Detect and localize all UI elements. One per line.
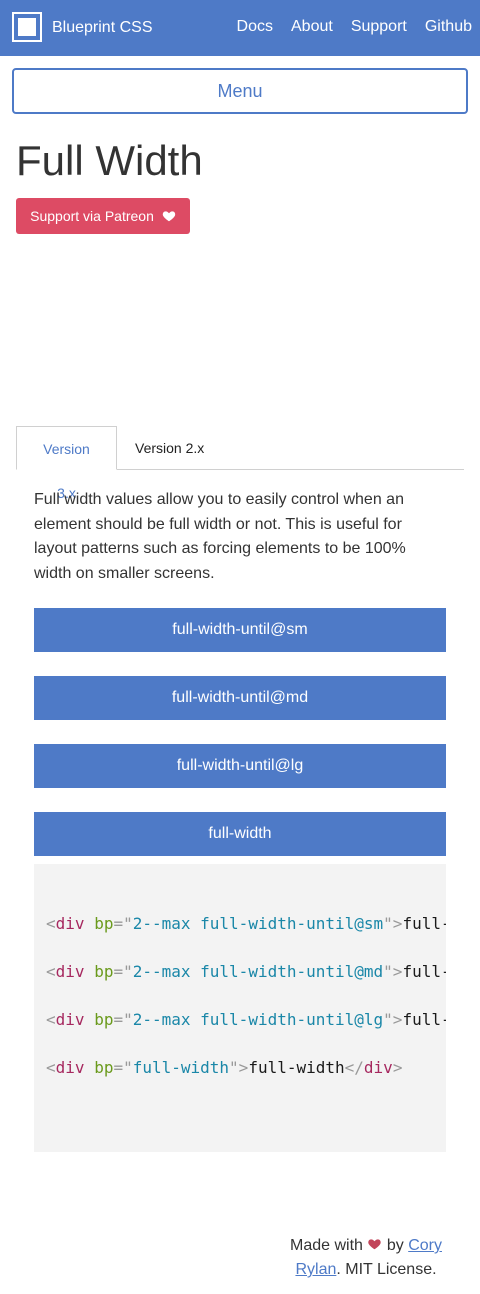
top-navbar: Blueprint CSS Docs About Support Github [0, 0, 480, 56]
menu-button[interactable]: Menu [12, 68, 468, 114]
tab-version-2[interactable]: Version 2.x [119, 426, 220, 470]
logo-icon[interactable] [12, 12, 42, 42]
code-sample[interactable]: <div bp="2--max full-width-until@sm">ful… [34, 864, 446, 1152]
demo-full-width: full-width [34, 812, 446, 856]
patreon-button[interactable]: Support via Patreon [16, 198, 190, 234]
demo-full-width-until-md: full-width-until@md [34, 676, 446, 720]
main-nav: Docs About Support Github [237, 16, 472, 38]
footer-by: by [386, 1237, 404, 1254]
tab-version-3[interactable]: Version 3.x [16, 426, 117, 501]
heart-icon [368, 1239, 382, 1250]
patreon-label: Support via Patreon [30, 208, 154, 224]
footer: Made with by Cory Rylan. MIT License. [276, 1234, 456, 1282]
code-line: <div bp="2--max full-width-until@sm">ful… [46, 914, 446, 933]
heart-icon [162, 211, 176, 222]
description-text: Full width values allow you to easily co… [34, 491, 406, 582]
nav-support[interactable]: Support [351, 16, 407, 38]
nav-github[interactable]: Github [425, 16, 472, 38]
version-tabs: Version 3.x Version 2.x [16, 426, 464, 501]
code-line: <div bp="full-width">full-width</div> [46, 1058, 403, 1077]
brand-name[interactable]: Blueprint CSS [52, 18, 153, 38]
nav-docs[interactable]: Docs [237, 16, 273, 38]
code-line: <div bp="2--max full-width-until@md">ful… [46, 962, 446, 981]
code-line: <div bp="2--max full-width-until@lg">ful… [46, 1010, 446, 1029]
nav-about[interactable]: About [291, 16, 333, 38]
demo-full-width-until-sm: full-width-until@sm [34, 608, 446, 652]
footer-made-with: Made with [290, 1237, 363, 1254]
page-title: Full Width [16, 137, 203, 184]
footer-license: . MIT License. [336, 1261, 437, 1278]
demo-full-width-until-lg: full-width-until@lg [34, 744, 446, 788]
